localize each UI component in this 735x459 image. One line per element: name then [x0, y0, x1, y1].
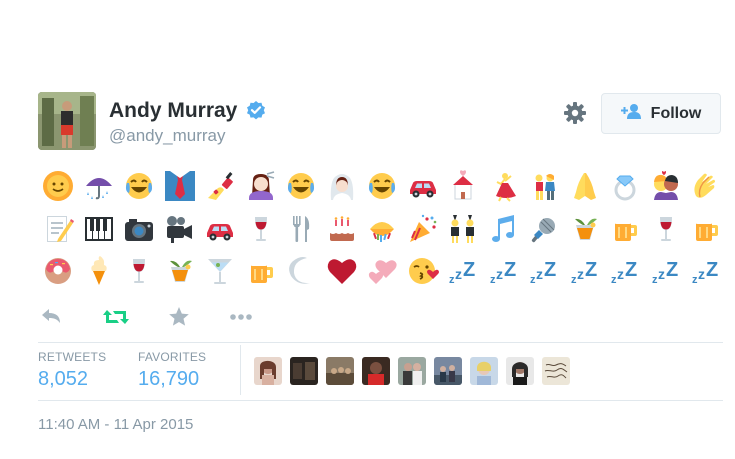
svg-text:z: z — [496, 266, 503, 282]
crescent-moon-icon — [281, 252, 322, 290]
svg-text:z: z — [617, 266, 624, 282]
bride-with-veil-icon — [322, 167, 363, 205]
add-user-icon — [620, 103, 643, 124]
favoriter-avatar[interactable] — [542, 357, 570, 385]
favorite-icon[interactable] — [166, 306, 192, 328]
wine-glass-icon — [119, 252, 160, 290]
memo-icon — [38, 210, 79, 248]
face-with-tears-of-joy-icon — [119, 167, 160, 205]
emoji-row-2 — [38, 210, 727, 248]
cocktail-glass-icon — [200, 252, 241, 290]
more-icon[interactable] — [228, 306, 254, 328]
wine-glass-icon — [646, 210, 687, 248]
favorites-label[interactable]: FAVORITES — [138, 350, 206, 364]
necktie-icon — [160, 167, 201, 205]
dancer-icon — [484, 167, 525, 205]
face-with-tears-of-joy-icon — [281, 167, 322, 205]
svg-text:Z: Z — [544, 259, 556, 281]
party-popper-icon — [403, 210, 444, 248]
emoji-row-1 — [38, 167, 727, 205]
wine-glass-icon — [241, 210, 282, 248]
sleeping-zzz-icon: zzZ — [565, 252, 606, 290]
tropical-drink-icon — [565, 210, 606, 248]
tweet-timestamp[interactable]: 11:40 AM - 11 Apr 2015 — [38, 416, 193, 433]
beer-mug-icon — [605, 210, 646, 248]
automobile-icon — [403, 167, 444, 205]
microphone-icon — [524, 210, 565, 248]
soft-ice-cream-icon — [79, 252, 120, 290]
reply-icon[interactable] — [38, 306, 64, 328]
sleeping-zzz-icon: zzZ — [484, 252, 525, 290]
sleeping-zzz-icon: zzZ — [524, 252, 565, 290]
two-hearts-icon — [362, 252, 403, 290]
author-avatar[interactable] — [38, 92, 96, 150]
musical-keyboard-icon — [79, 210, 120, 248]
favoriter-avatar[interactable] — [254, 357, 282, 385]
clapping-hands-icon — [686, 167, 727, 205]
movie-camera-icon — [160, 210, 201, 248]
follow-button[interactable]: Follow — [601, 93, 721, 134]
gear-icon[interactable] — [562, 100, 588, 126]
svg-text:Z: Z — [625, 259, 637, 281]
retweets-label[interactable]: RETWEETS — [38, 350, 106, 364]
svg-text:z: z — [658, 266, 665, 282]
verified-badge-icon — [246, 100, 266, 120]
nail-polish-icon — [200, 167, 241, 205]
face-with-tears-of-joy-icon — [362, 167, 403, 205]
fork-and-knife-icon — [281, 210, 322, 248]
svg-text:Z: Z — [504, 259, 516, 281]
svg-text:Z: Z — [585, 259, 597, 281]
follow-button-label: Follow — [650, 104, 702, 122]
svg-text:z: z — [455, 266, 462, 282]
beer-mug-icon — [686, 210, 727, 248]
svg-text:Z: Z — [666, 259, 678, 281]
sleeping-zzz-icon: zzZ — [605, 252, 646, 290]
doughnut-icon — [38, 252, 79, 290]
birthday-cake-icon — [322, 210, 363, 248]
divider-top — [38, 342, 723, 343]
author-name[interactable]: Andy Murray — [109, 99, 237, 123]
author-handle[interactable]: @andy_murray — [109, 126, 225, 146]
dancers-with-bunny-ears-icon — [443, 210, 484, 248]
sleeping-zzz-icon: zzZ — [443, 252, 484, 290]
favoriter-avatar[interactable] — [398, 357, 426, 385]
favorites-count[interactable]: 16,790 — [138, 368, 199, 391]
favoriter-avatar[interactable] — [362, 357, 390, 385]
folded-hands-icon — [565, 167, 606, 205]
tropical-drink-icon — [160, 252, 201, 290]
favoriter-avatar[interactable] — [470, 357, 498, 385]
svg-text:z: z — [698, 266, 705, 282]
favoriter-avatar[interactable] — [506, 357, 534, 385]
stats-divider — [240, 345, 241, 395]
heart-icon — [322, 252, 363, 290]
retweet-icon[interactable] — [102, 306, 129, 328]
umbrella-with-rain-icon — [79, 167, 120, 205]
divider-bottom — [38, 400, 723, 401]
musical-notes-icon — [484, 210, 525, 248]
favoriter-avatar[interactable] — [326, 357, 354, 385]
svg-text:Z: Z — [463, 259, 475, 281]
sleeping-zzz-icon: zzZ — [686, 252, 727, 290]
svg-text:z: z — [536, 266, 543, 282]
svg-text:Z: Z — [706, 259, 718, 281]
favoriter-avatar[interactable] — [434, 357, 462, 385]
camera-icon — [119, 210, 160, 248]
beer-mug-icon — [241, 252, 282, 290]
kiss-icon — [646, 167, 687, 205]
man-and-woman-icon — [524, 167, 565, 205]
svg-text:z: z — [577, 266, 584, 282]
ring-icon — [605, 167, 646, 205]
automobile-icon — [200, 210, 241, 248]
retweets-count[interactable]: 8,052 — [38, 368, 88, 391]
emoji-row-3: zzZzzZzzZzzZzzZzzZzzZ — [38, 252, 727, 290]
favoriter-avatar[interactable] — [290, 357, 318, 385]
sleeping-zzz-icon: zzZ — [646, 252, 687, 290]
sun-with-face-icon — [38, 167, 79, 205]
wedding-chapel-icon — [443, 167, 484, 205]
face-throwing-kiss-icon — [403, 252, 444, 290]
confetti-ball-icon — [362, 210, 403, 248]
haircut-icon — [241, 167, 282, 205]
